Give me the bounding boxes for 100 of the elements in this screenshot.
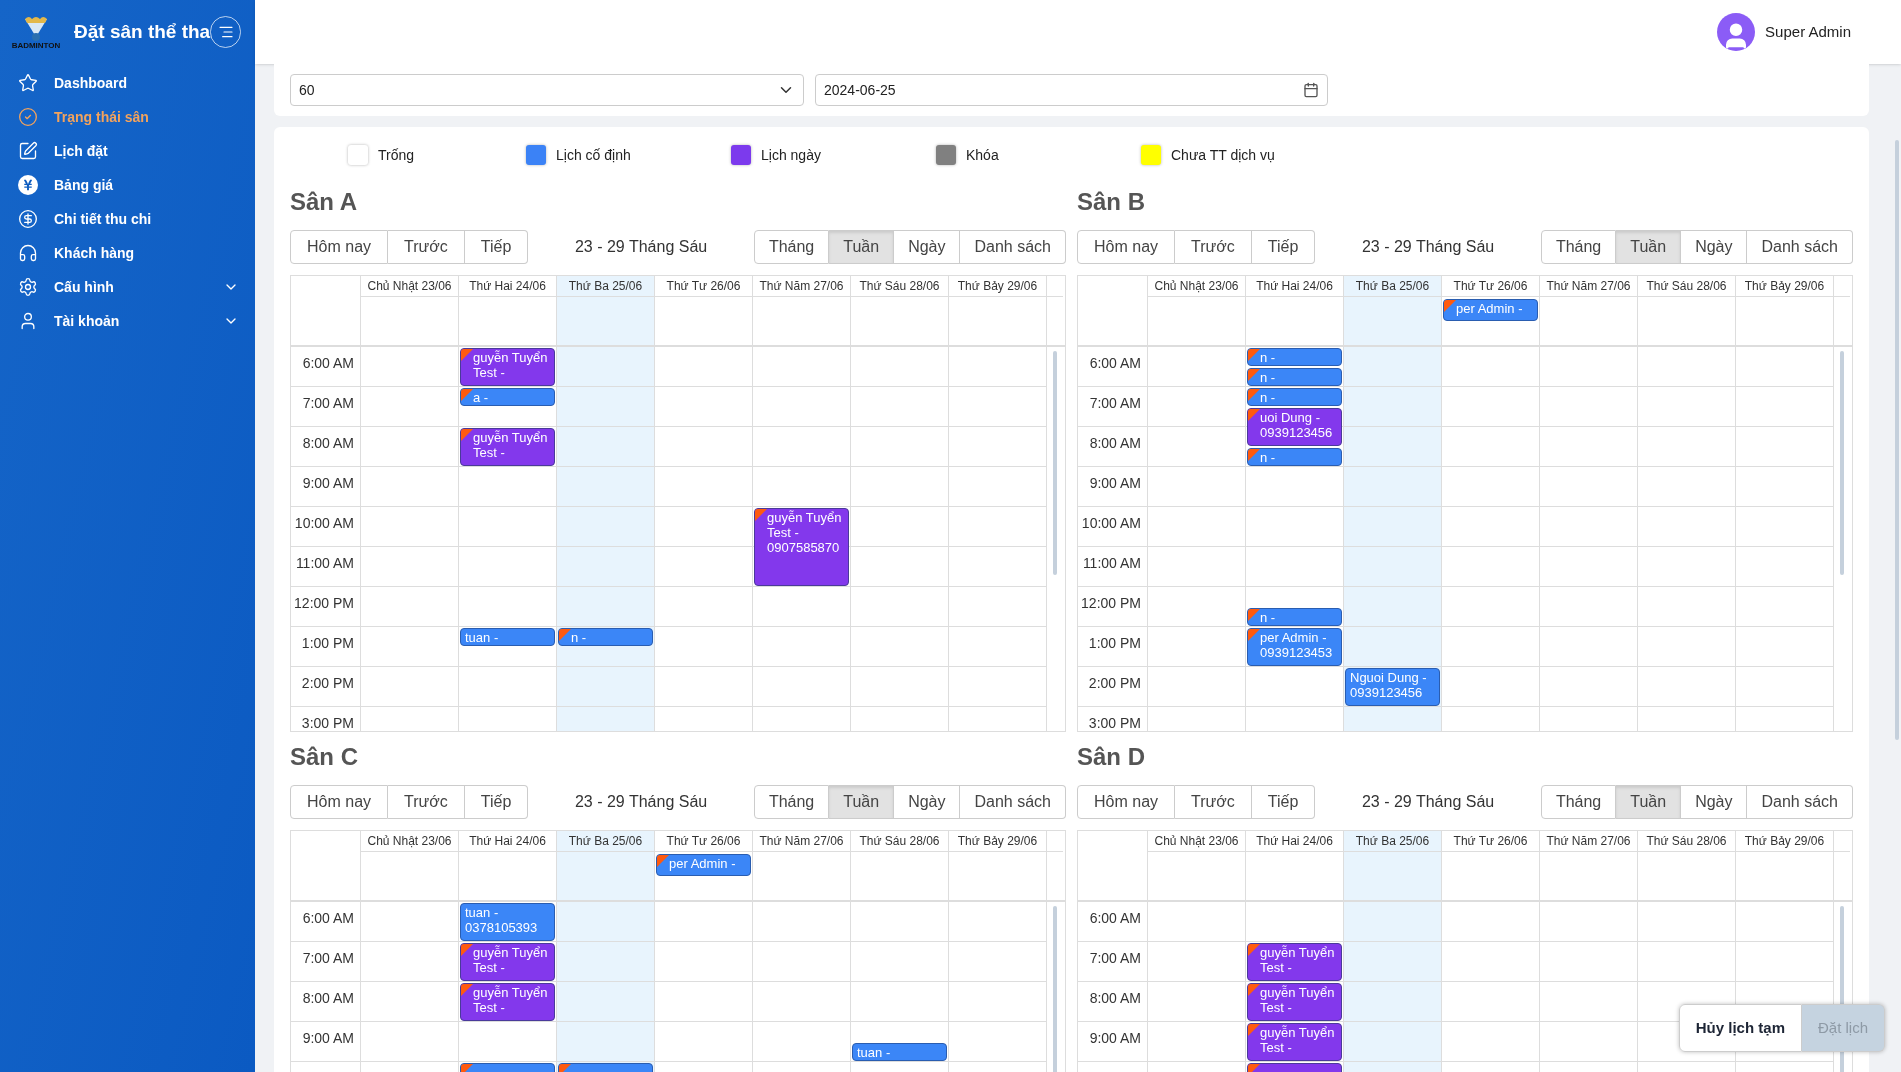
event-text: per Admin - xyxy=(1456,301,1524,316)
event-text: per Admin - xyxy=(669,856,737,871)
view-tab[interactable]: Danh sách xyxy=(1747,785,1853,819)
date-range-title: 23 - 29 Tháng Sáu xyxy=(574,237,708,257)
booking-event[interactable]: per Admin - xyxy=(656,854,751,876)
booking-event[interactable]: tuan - 0378105393 xyxy=(460,903,555,941)
nav-button[interactable]: Hôm nay xyxy=(1077,785,1176,819)
booking-event[interactable]: guyễn Tuyển Test - xyxy=(1247,943,1342,981)
view-tab[interactable]: Tháng xyxy=(1540,785,1617,819)
time-label: 6:00 AM xyxy=(302,910,354,926)
sidebar-item[interactable]: Dashboard xyxy=(0,66,255,100)
booking-event[interactable]: n - xyxy=(1247,348,1342,366)
time-label: 7:00 AM xyxy=(302,950,354,966)
time-label: 7:00 AM xyxy=(1089,395,1141,411)
booking-event[interactable]: guyễn Tuyển Test - xyxy=(460,428,555,466)
view-tab[interactable]: Ngày xyxy=(894,785,961,819)
sidebar-item[interactable]: Tài khoản xyxy=(0,304,255,338)
nav-button[interactable]: Tiếp xyxy=(1251,785,1316,819)
nav-button[interactable]: Tiếp xyxy=(464,785,529,819)
day-header: Thứ Tư 26/06 xyxy=(655,276,753,297)
time-label: 8:00 AM xyxy=(1089,435,1141,451)
view-tab[interactable]: Ngày xyxy=(1681,785,1748,819)
legend-label: Chưa TT dịch vụ xyxy=(1171,145,1275,165)
view-tab[interactable]: Ngày xyxy=(894,230,961,264)
sidebar-item[interactable]: Khách hàng xyxy=(0,236,255,270)
view-tab[interactable]: Danh sách xyxy=(1747,230,1853,264)
view-tab[interactable]: Tuần xyxy=(829,785,895,819)
booking-event[interactable]: guyễn Tuyển Test - 0907585870 xyxy=(754,508,849,586)
logo-text: BADMINTON xyxy=(11,40,61,50)
view-tab[interactable]: Danh sách xyxy=(960,230,1066,264)
nav-button[interactable]: Tiếp xyxy=(464,230,529,264)
view-tab[interactable]: Tuần xyxy=(1616,230,1682,264)
day-header: Chủ Nhật 23/06 xyxy=(1148,831,1246,852)
booking-event[interactable]: n - xyxy=(1247,608,1342,626)
sidebar-item[interactable]: Bảng giá xyxy=(0,168,255,202)
nav-button[interactable]: Hôm nay xyxy=(1077,230,1176,264)
view-tab[interactable]: Tháng xyxy=(753,230,830,264)
sidebar-item[interactable]: Cấu hình xyxy=(0,270,255,304)
booking-event[interactable]: n - xyxy=(558,628,653,646)
view-tab[interactable]: Tháng xyxy=(1540,230,1617,264)
duration-select[interactable]: 60 xyxy=(290,74,804,106)
booking-event[interactable]: per Admin - xyxy=(1443,299,1538,321)
paid-ribbon-icon xyxy=(657,855,669,867)
event-text: n - xyxy=(1260,610,1277,625)
check-circle-icon xyxy=(18,107,38,127)
nav-button[interactable]: Hôm nay xyxy=(290,230,389,264)
day-header: Thứ Tư 26/06 xyxy=(1442,276,1540,297)
booking-event[interactable]: guyễn Tuyển Test - xyxy=(1247,1023,1342,1061)
nav-button[interactable]: Trước xyxy=(1175,230,1252,264)
date-field[interactable]: 2024-06-25 xyxy=(815,74,1328,106)
day-header: Chủ Nhật 23/06 xyxy=(1148,276,1246,297)
day-header: Thứ Ba 25/06 xyxy=(557,831,655,852)
nav-button[interactable]: Trước xyxy=(388,230,465,264)
scrollbar[interactable] xyxy=(1053,906,1057,1072)
page-scrollbar[interactable] xyxy=(1895,140,1899,740)
nav-button[interactable]: Trước xyxy=(388,785,465,819)
booking-event[interactable]: n - xyxy=(1247,368,1342,386)
booking-event[interactable]: guyễn Tuyển Test - xyxy=(460,943,555,981)
dollar-icon xyxy=(18,209,38,229)
booking-event[interactable]: tuan - xyxy=(852,1043,947,1061)
sidebar-item[interactable]: Lịch đặt xyxy=(0,134,255,168)
calendar-icon xyxy=(1303,82,1319,98)
view-tab[interactable]: Tháng xyxy=(753,785,830,819)
booking-event[interactable]: guyễn Tuyển Test - xyxy=(460,983,555,1021)
booking-event[interactable]: guyễn Tuyển Test - xyxy=(460,348,555,386)
booking-event[interactable]: uoi Dung - 0939123456 xyxy=(1247,408,1342,446)
day-header: Thứ Năm 27/06 xyxy=(753,831,851,852)
nav-button[interactable]: Hôm nay xyxy=(290,785,389,819)
booking-event[interactable]: tuan - xyxy=(460,628,555,646)
day-header: Thứ Sáu 28/06 xyxy=(851,276,949,297)
booking-event[interactable]: guyễn Tuyển Test - xyxy=(1247,983,1342,1021)
event-text: n - xyxy=(1260,450,1277,465)
yen-icon xyxy=(18,175,38,195)
view-tab[interactable]: Danh sách xyxy=(960,785,1066,819)
paid-ribbon-icon xyxy=(1248,629,1260,641)
booking-event[interactable]: a - xyxy=(460,388,555,406)
day-header: Thứ Bảy 29/06 xyxy=(949,831,1047,852)
booking-event[interactable]: Nguoi Dung - 0939123456 xyxy=(1345,668,1440,706)
time-label: 3:00 PM xyxy=(1088,715,1141,731)
booking-event[interactable]: n - xyxy=(1247,448,1342,466)
time-label: 10:00 AM xyxy=(294,515,354,531)
booking-event[interactable]: n - xyxy=(1247,388,1342,406)
event-text: guyễn Tuyển Test - 0907585870 xyxy=(767,510,843,555)
scrollbar[interactable] xyxy=(1840,351,1844,575)
event-text: guyễn Tuyển Test - xyxy=(1260,1025,1336,1055)
view-tab[interactable]: Ngày xyxy=(1681,230,1748,264)
time-label: 8:00 AM xyxy=(302,435,354,451)
nav-button[interactable]: Tiếp xyxy=(1251,230,1316,264)
day-header: Thứ Sáu 28/06 xyxy=(851,831,949,852)
view-tab[interactable]: Tuần xyxy=(829,230,895,264)
booking-event[interactable]: per Admin - 0939123453 xyxy=(1247,628,1342,666)
time-label: 2:00 PM xyxy=(1088,675,1141,691)
scrollbar[interactable] xyxy=(1053,351,1057,575)
sidebar-item[interactable]: Chi tiết thu chi xyxy=(0,202,255,236)
event-text: tuan - xyxy=(465,630,500,645)
time-label: 1:00 PM xyxy=(1088,635,1141,651)
time-label: 9:00 AM xyxy=(1089,475,1141,491)
view-tab[interactable]: Tuần xyxy=(1616,785,1682,819)
action-button[interactable]: Hủy lịch tạm xyxy=(1678,1004,1802,1052)
nav-button[interactable]: Trước xyxy=(1175,785,1252,819)
